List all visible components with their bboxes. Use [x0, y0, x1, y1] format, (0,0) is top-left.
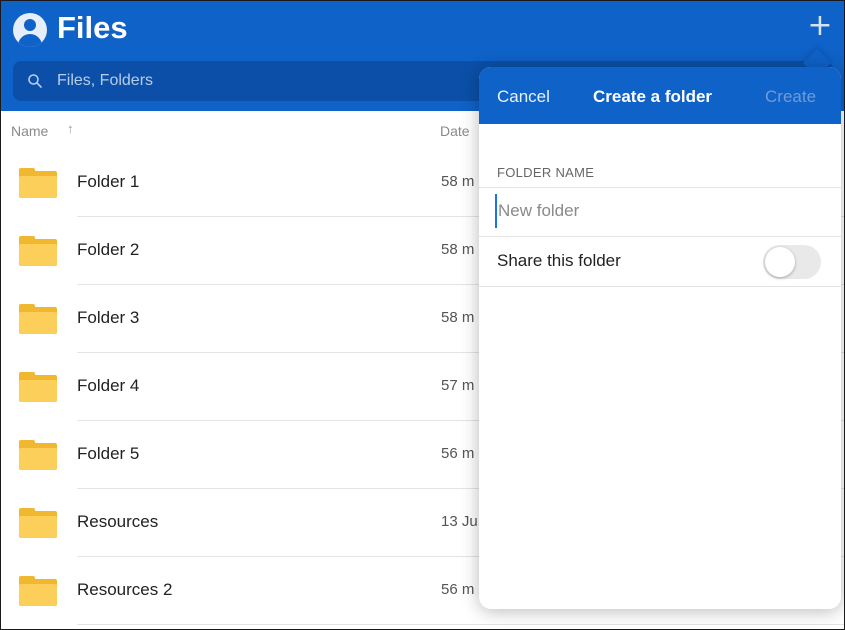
folder-icon — [19, 576, 57, 606]
create-folder-popover: Cancel Create a folder Create FOLDER NAM… — [479, 67, 841, 609]
folder-name-input[interactable] — [495, 194, 825, 228]
item-date: 58 m — [441, 173, 475, 190]
create-button[interactable]: Create — [765, 87, 816, 107]
app-window: Files + Name ↑ Date Folder 1 58 m Folder… — [0, 0, 845, 630]
share-folder-toggle[interactable] — [763, 245, 821, 279]
item-name: Folder 1 — [77, 172, 140, 191]
item-date: 13 Ju — [441, 513, 478, 530]
folder-icon — [19, 304, 57, 334]
item-name: Resources — [77, 512, 159, 531]
divider — [479, 286, 841, 287]
row-divider — [77, 624, 844, 625]
search-icon — [28, 74, 42, 88]
plus-icon[interactable]: + — [805, 11, 835, 41]
folder-icon — [19, 236, 57, 266]
page-title: Files — [57, 10, 128, 45]
folder-icon — [19, 440, 57, 470]
folder-icon — [19, 508, 57, 538]
sort-ascending-icon[interactable]: ↑ — [67, 121, 74, 136]
divider — [479, 236, 841, 237]
item-date: 58 m — [441, 241, 475, 258]
folder-icon — [19, 168, 57, 198]
item-name: Folder 3 — [77, 308, 140, 327]
column-header-date[interactable]: Date — [440, 123, 470, 139]
popover-header: Cancel Create a folder Create — [479, 67, 841, 124]
user-avatar-icon[interactable] — [13, 13, 47, 47]
item-date: 58 m — [441, 309, 475, 326]
popover-title: Create a folder — [593, 87, 713, 106]
folder-name-section-label: FOLDER NAME — [497, 165, 595, 180]
item-name: Folder 4 — [77, 376, 140, 395]
search-input[interactable] — [57, 61, 457, 101]
item-date: 57 m — [441, 377, 475, 394]
share-folder-label: Share this folder — [497, 251, 621, 270]
item-date: 56 m — [441, 581, 475, 598]
item-name: Folder 2 — [77, 240, 140, 259]
avatar-body-shape — [18, 34, 42, 47]
item-name: Folder 5 — [77, 444, 140, 463]
avatar-head-shape — [24, 19, 36, 31]
folder-icon — [19, 372, 57, 402]
item-date: 56 m — [441, 445, 475, 462]
cancel-button[interactable]: Cancel — [497, 87, 550, 107]
toggle-knob — [765, 247, 795, 277]
column-header-name[interactable]: Name — [11, 123, 48, 139]
item-name: Resources 2 — [77, 580, 173, 599]
divider — [479, 187, 841, 188]
